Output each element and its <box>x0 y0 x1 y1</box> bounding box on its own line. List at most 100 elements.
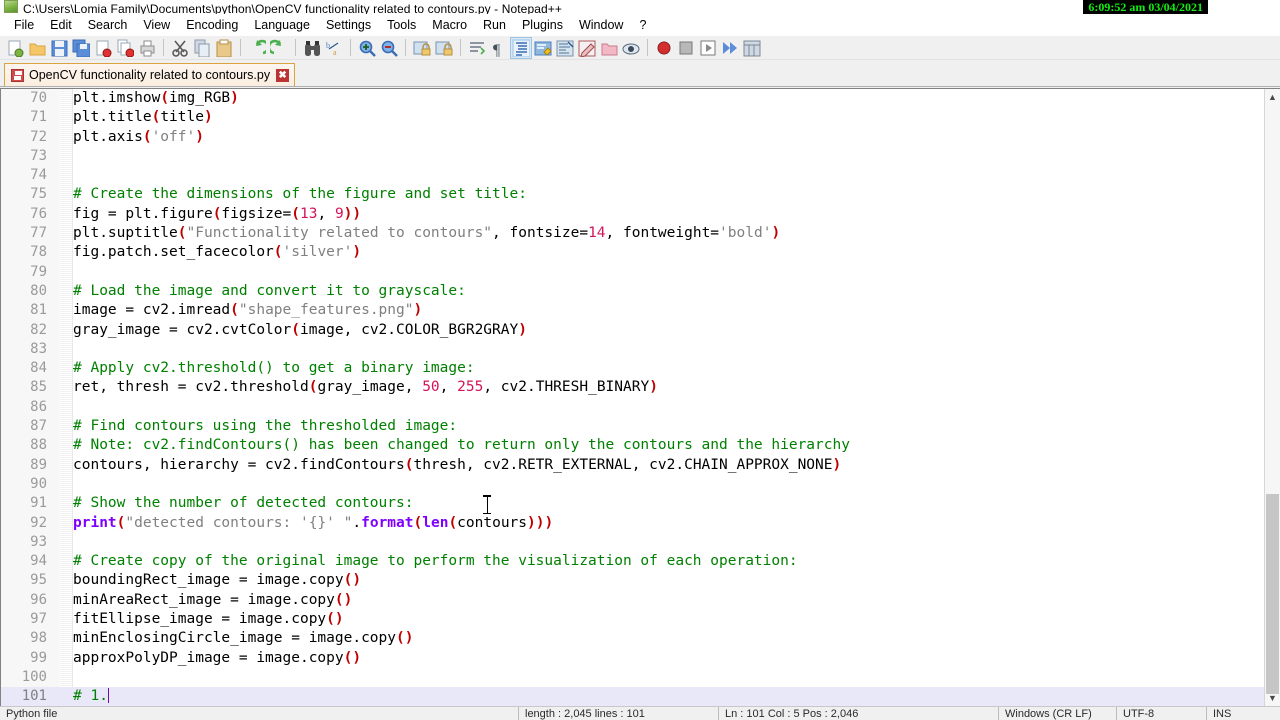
toolbar-separator <box>163 39 164 56</box>
menu-item-encoding[interactable]: Encoding <box>178 16 246 34</box>
document-map-icon[interactable] <box>554 37 576 59</box>
play-macro-icon[interactable] <box>697 37 719 59</box>
line-number: 71 <box>30 109 47 126</box>
line-number: 74 <box>30 167 47 184</box>
menu-item-window[interactable]: Window <box>571 16 631 34</box>
line-number: 72 <box>30 128 47 145</box>
function-list-icon[interactable] <box>576 37 598 59</box>
find-icon[interactable] <box>301 37 323 59</box>
line-number: 79 <box>30 263 47 280</box>
scroll-up-icon[interactable]: ▲ <box>1265 89 1280 105</box>
word-wrap-icon[interactable] <box>466 37 488 59</box>
line-source: plt.title(title) <box>73 109 213 126</box>
code-line[interactable]: 72 plt.axis('off') <box>1 128 1264 147</box>
sync-vertical-scroll-icon[interactable] <box>411 37 433 59</box>
stop-recording-icon[interactable] <box>675 37 697 59</box>
code-line[interactable]: 97 fitEllipse_image = image.copy() <box>1 610 1264 629</box>
code-line[interactable]: 88 # Note: cv2.findContours() has been ch… <box>1 436 1264 455</box>
code-line[interactable]: 95 boundingRect_image = image.copy() <box>1 571 1264 590</box>
code-line[interactable]: 74 <box>1 166 1264 185</box>
save-macro-icon[interactable] <box>741 37 763 59</box>
menu-item-macro[interactable]: Macro <box>424 16 475 34</box>
save-icon[interactable] <box>48 37 70 59</box>
code-line[interactable]: 90 <box>1 475 1264 494</box>
vertical-scrollbar[interactable]: ▲ ▼ <box>1264 89 1280 706</box>
menu-item-help[interactable]: ? <box>631 16 654 34</box>
code-line[interactable]: 75 # Create the dimensions of the figure … <box>1 185 1264 204</box>
code-line[interactable]: 85 ret, thresh = cv2.threshold(gray_image… <box>1 378 1264 397</box>
code-line[interactable]: 77 plt.suptitle("Functionality related to… <box>1 224 1264 243</box>
record-macro-icon[interactable] <box>653 37 675 59</box>
code-line[interactable]: 86 <box>1 398 1264 417</box>
notepadpp-window: C:\Users\Lomia Family\Documents\python\O… <box>0 0 1280 720</box>
code-line[interactable]: 70 plt.imshow(img_RGB) <box>1 89 1264 108</box>
toolbar-separator <box>240 39 241 56</box>
notepad-plus-plus-icon <box>4 0 18 13</box>
zoom-in-icon[interactable] <box>356 37 378 59</box>
menu-item-settings[interactable]: Settings <box>318 16 379 34</box>
code-line[interactable]: 98 minEnclosingCircle_image = image.copy(… <box>1 629 1264 648</box>
tab-close-icon[interactable]: ✖ <box>276 68 290 82</box>
code-line[interactable]: 101 # 1. <box>1 687 1264 706</box>
cut-icon[interactable] <box>169 37 191 59</box>
code-line[interactable]: 94 # Create copy of the original image to… <box>1 552 1264 571</box>
user-defined-dialog-icon[interactable] <box>532 37 554 59</box>
menu-item-tools[interactable]: Tools <box>379 16 424 34</box>
menu-item-file[interactable]: File <box>6 16 42 34</box>
line-number: 83 <box>30 340 47 357</box>
code-line[interactable]: 89 contours, hierarchy = cv2.findContours… <box>1 456 1264 475</box>
code-line[interactable]: 99 approxPolyDP_image = image.copy() <box>1 649 1264 668</box>
save-all-icon[interactable] <box>70 37 92 59</box>
show-all-characters-icon[interactable]: ¶ <box>488 37 510 59</box>
tab-opencv-contours[interactable]: OpenCV functionality related to contours… <box>4 63 296 86</box>
toolbar-separator <box>647 39 648 56</box>
code-line[interactable]: 76 fig = plt.figure(figsize=(13, 9)) <box>1 205 1264 224</box>
zoom-out-icon[interactable] <box>378 37 400 59</box>
monitoring-icon[interactable] <box>620 37 642 59</box>
code-line[interactable]: 87 # Find contours using the thresholded … <box>1 417 1264 436</box>
close-all-files-icon[interactable] <box>114 37 136 59</box>
menu-item-search[interactable]: Search <box>80 16 136 34</box>
code-line[interactable]: 100 <box>1 668 1264 687</box>
run-macro-multiple-icon[interactable] <box>719 37 741 59</box>
line-source: fig.patch.set_facecolor('silver') <box>73 244 362 261</box>
code-line[interactable]: 83 <box>1 340 1264 359</box>
code-line[interactable]: 84 # Apply cv2.threshold() to get a binar… <box>1 359 1264 378</box>
close-file-icon[interactable] <box>92 37 114 59</box>
folder-as-workspace-icon[interactable] <box>598 37 620 59</box>
line-number: 96 <box>30 591 47 608</box>
menu-item-edit[interactable]: Edit <box>42 16 80 34</box>
code-line[interactable]: 92 print("detected contours: '{}' ".forma… <box>1 514 1264 533</box>
line-number: 78 <box>30 244 47 261</box>
code-text[interactable]: 70 plt.imshow(img_RGB) 71 plt.title(title) 7… <box>1 89 1264 706</box>
replace-icon[interactable]: ba <box>323 37 345 59</box>
copy-icon[interactable] <box>191 37 213 59</box>
undo-icon[interactable] <box>246 37 268 59</box>
line-number: 90 <box>30 475 47 492</box>
menu-item-language[interactable]: Language <box>246 16 318 34</box>
code-line[interactable]: 79 <box>1 263 1264 282</box>
sync-horizontal-scroll-icon[interactable] <box>433 37 455 59</box>
open-file-icon[interactable] <box>26 37 48 59</box>
code-line[interactable]: 78 fig.patch.set_facecolor('silver') <box>1 243 1264 262</box>
menu-item-view[interactable]: View <box>135 16 178 34</box>
code-line[interactable]: 96 minAreaRect_image = image.copy() <box>1 591 1264 610</box>
code-line[interactable]: 81 image = cv2.imread("shape_features.png… <box>1 301 1264 320</box>
indent-guideline-icon[interactable] <box>510 36 532 59</box>
menu-item-plugins[interactable]: Plugins <box>514 16 571 34</box>
new-file-icon[interactable] <box>4 37 26 59</box>
print-icon[interactable] <box>136 37 158 59</box>
code-line[interactable]: 91 # Show the number of detected contours… <box>1 494 1264 513</box>
editor-area[interactable]: 70 plt.imshow(img_RGB) 71 plt.title(title) 7… <box>0 88 1280 706</box>
scrollbar-thumb[interactable] <box>1266 494 1279 694</box>
code-line[interactable]: 82 gray_image = cv2.cvtColor(image, cv2.C… <box>1 321 1264 340</box>
code-line[interactable]: 93 <box>1 533 1264 552</box>
code-line[interactable]: 80 # Load the image and convert it to gra… <box>1 282 1264 301</box>
redo-icon[interactable] <box>268 37 290 59</box>
paste-icon[interactable] <box>213 37 235 59</box>
line-source: ret, thresh = cv2.threshold(gray_image, … <box>73 379 658 396</box>
scroll-down-icon[interactable]: ▼ <box>1265 690 1280 706</box>
menu-item-run[interactable]: Run <box>475 16 514 34</box>
code-line[interactable]: 73 <box>1 147 1264 166</box>
code-line[interactable]: 71 plt.title(title) <box>1 108 1264 127</box>
